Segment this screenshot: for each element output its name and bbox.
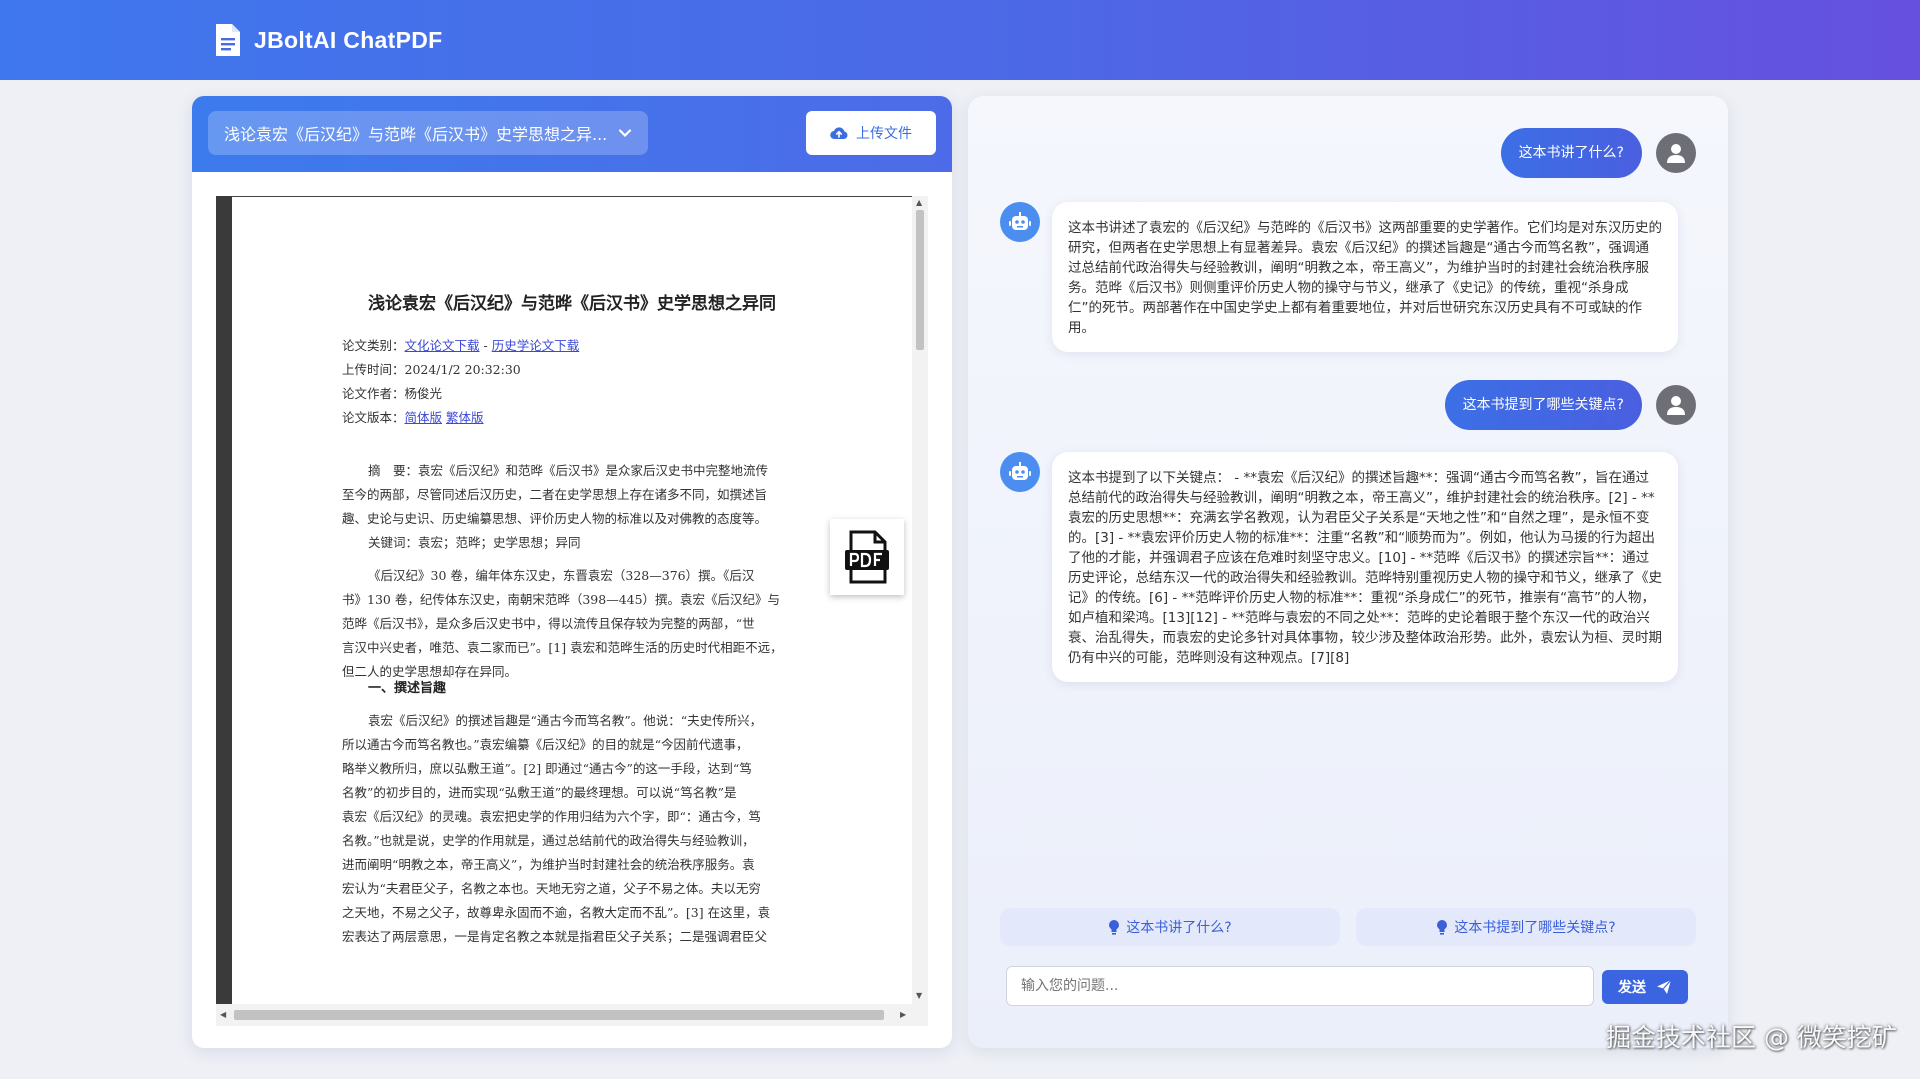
pdf-author: 论文作者：杨俊光: [342, 386, 443, 401]
body-line: 袁宏《后汉纪》的撰述旨趣是“通古今而笃名教”。他说：“夫史传所兴，: [368, 713, 763, 728]
body-line: 进而阐明“明教之本，帝王高义”，为维护当时封建社会的统治秩序服务。袁: [342, 857, 755, 872]
app-title: JBoltAI ChatPDF: [254, 26, 443, 53]
brand: JBoltAI ChatPDF: [214, 20, 443, 60]
intro-line: 书》130 卷，纪传体东汉史，南朝宋范晔（398—445）撰。袁宏《后汉纪》与: [342, 592, 781, 607]
lightbulb-icon: [1109, 920, 1120, 935]
document-select[interactable]: 浅论袁宏《后汉纪》与范晔《后汉书》史学思想之异...: [208, 111, 648, 155]
intro-line: 《后汉纪》30 卷，编年体东汉史，东晋袁宏（328—376）撰。《后汉: [368, 568, 755, 583]
body-line: 之天地，不易之父子，故尊卑永固而不逾，名教大定而不乱”。[3] 在这里，袁: [342, 905, 771, 920]
user-message: 这本书讲了什么?: [1500, 128, 1696, 178]
category-label: 论文类别：: [342, 338, 405, 353]
pdf-panel-header: 浅论袁宏《后汉纪》与范晔《后汉书》史学思想之异... 上传文件: [192, 96, 952, 172]
bot-message-bubble: 这本书讲述了袁宏的《后汉纪》与范晔的《后汉书》这两部重要的史学著作。它们均是对东…: [1052, 202, 1678, 352]
category-link-culture[interactable]: 文化论文下载: [405, 338, 480, 353]
abstract-line: 至今的两部，尽管同述后汉历史，二者在史学思想上存在诸多不同，如撰述旨: [342, 487, 768, 502]
pdf-category: 论文类别：文化论文下载 - 历史学论文下载: [342, 335, 579, 354]
user-message-bubble: 这本书提到了哪些关键点?: [1444, 380, 1642, 430]
chevron-down-icon: [618, 129, 632, 138]
category-link-history[interactable]: 历史学论文下载: [492, 338, 580, 353]
pdf-page: 浅论袁宏《后汉纪》与范晔《后汉书》史学思想之异同 论文类别：文化论文下载 - 历…: [232, 196, 912, 1004]
pdf-panel: 浅论袁宏《后汉纪》与范晔《后汉书》史学思想之异... 上传文件 浅论袁宏《后汉纪…: [192, 96, 952, 1048]
cloud-upload-icon: [830, 127, 848, 140]
user-icon: [1667, 144, 1685, 163]
version-link-simplified[interactable]: 简体版: [405, 410, 443, 425]
body-line: 名教。”也就是说，史学的作用就是，通过总结前代的政治得失与经验教训，: [342, 833, 755, 848]
pdf-abstract: 摘 要：袁宏《后汉纪》和范晔《后汉书》是众家后汉史书中完整地流传 至今的两部，尽…: [342, 459, 830, 531]
question-input-wrapper: [1006, 966, 1594, 1006]
body-line: 袁宏《后汉纪》的灵魂。袁宏把史学的作用归结为六个字，即“：通古今，笃: [342, 809, 761, 824]
intro-line: 范晔《后汉书》，是众多后汉史书中，得以流传且保存较为完整的两部，“世: [342, 616, 755, 631]
version-label: 论文版本：: [342, 410, 405, 425]
send-button[interactable]: 发送: [1602, 970, 1688, 1004]
body-line: 宏表达了两层意思，一是肯定名教之本就是指君臣父子关系；二是强调君臣父: [342, 929, 768, 944]
scroll-down-icon[interactable]: ▼: [916, 991, 922, 1000]
viewer-gutter: [216, 196, 232, 1004]
pdf-body: 袁宏《后汉纪》的撰述旨趣是“通古今而笃名教”。他说：“夫史传所兴， 所以通古今而…: [342, 709, 830, 949]
suggestion-chip[interactable]: 这本书讲了什么?: [1000, 908, 1340, 946]
pdf-viewer[interactable]: 浅论袁宏《后汉纪》与范晔《后汉书》史学思想之异同 论文类别：文化论文下载 - 历…: [216, 196, 928, 1026]
top-bar: JBoltAI ChatPDF: [0, 0, 1920, 80]
chat-panel: 这本书讲了什么? 这本书讲述了袁宏的《后汉纪》与范晔的《后汉书》这两部重要的史学…: [968, 96, 1728, 1048]
robot-icon: [1009, 462, 1031, 480]
send-label: 发送: [1618, 980, 1646, 996]
version-link-traditional[interactable]: 繁体版: [446, 410, 484, 425]
scroll-thumb[interactable]: [916, 210, 924, 350]
bot-avatar: [1000, 202, 1040, 242]
document-select-value: 浅论袁宏《后汉纪》与范晔《后汉书》史学思想之异...: [224, 125, 608, 144]
abstract-line: 趣、史论与史识、历史编纂思想、评价历史人物的标准以及对佛教的态度等。: [342, 511, 768, 526]
abstract-line: 摘 要：袁宏《后汉纪》和范晔《后汉书》是众家后汉史书中完整地流传: [368, 463, 769, 478]
pdf-title: 浅论袁宏《后汉纪》与范晔《后汉书》史学思想之异同: [368, 294, 776, 314]
watermark: 掘金技术社区 @ 微笑挖矿: [1606, 1023, 1897, 1052]
user-avatar: [1656, 133, 1696, 173]
pdf-upload-time: 上传时间：2024/1/2 20:32:30: [342, 362, 521, 377]
bot-message-bubble: 这本书提到了以下关键点： - **袁宏《后汉纪》的撰述旨趣**：强调“通古今而笃…: [1052, 452, 1678, 682]
pdf-icon: [845, 530, 889, 584]
body-line: 宏认为“夫君臣父子，名教之本也。天地无穷之道，父子不易之体。夫以无穷: [342, 881, 761, 896]
suggestion-chip[interactable]: 这本书提到了哪些关键点?: [1356, 908, 1696, 946]
body-line: 所以通古今而笃名教也。”袁宏编纂《后汉纪》的目的就是“今因前代遗事，: [342, 737, 749, 752]
pdf-file-icon[interactable]: [830, 519, 904, 595]
scroll-up-icon[interactable]: ▲: [916, 198, 922, 207]
scroll-left-icon[interactable]: ◀: [220, 1010, 226, 1019]
pdf-version: 论文版本：简体版 繁体版: [342, 407, 484, 426]
user-avatar: [1656, 385, 1696, 425]
robot-icon: [1009, 212, 1031, 230]
upload-file-button[interactable]: 上传文件: [806, 111, 936, 155]
pdf-keywords: 关键词：袁宏；范晔；史学思想；异同: [368, 535, 581, 550]
document-icon: [216, 24, 240, 56]
user-message: 这本书提到了哪些关键点?: [1444, 380, 1696, 430]
question-input[interactable]: [1021, 967, 1579, 1005]
bot-avatar: [1000, 452, 1040, 492]
user-message-bubble: 这本书讲了什么?: [1500, 128, 1642, 178]
suggestion-label: 这本书讲了什么?: [1126, 920, 1232, 936]
paper-plane-icon: [1657, 979, 1672, 994]
lightbulb-icon: [1437, 920, 1448, 935]
pdf-intro: 《后汉纪》30 卷，编年体东汉史，东晋袁宏（328—376）撰。《后汉 书》13…: [342, 564, 830, 684]
body-line: 名教”的初步目的，进而实现“弘敷王道”的最终理想。可以说“笃名教”是: [342, 785, 737, 800]
upload-file-label: 上传文件: [856, 126, 912, 142]
pdf-vertical-scrollbar[interactable]: ▲ ▼: [912, 196, 928, 1004]
pdf-horizontal-scrollbar[interactable]: ◀ ▶: [216, 1004, 928, 1026]
scroll-right-icon[interactable]: ▶: [900, 1010, 906, 1019]
category-separator: -: [479, 338, 492, 353]
suggestion-label: 这本书提到了哪些关键点?: [1454, 920, 1616, 936]
intro-line: 言汉中兴史者，唯范、袁二家而已”。[1] 袁宏和范晔生活的历史时代相距不远，: [342, 640, 783, 655]
body-line: 略举义教所归，庶以弘敷王道”。[2] 即通过“通古今”的这一手段，达到“笃: [342, 761, 752, 776]
scroll-thumb[interactable]: [234, 1010, 884, 1020]
pdf-section-heading: 一、撰述旨趣: [368, 681, 447, 696]
user-icon: [1667, 396, 1685, 415]
